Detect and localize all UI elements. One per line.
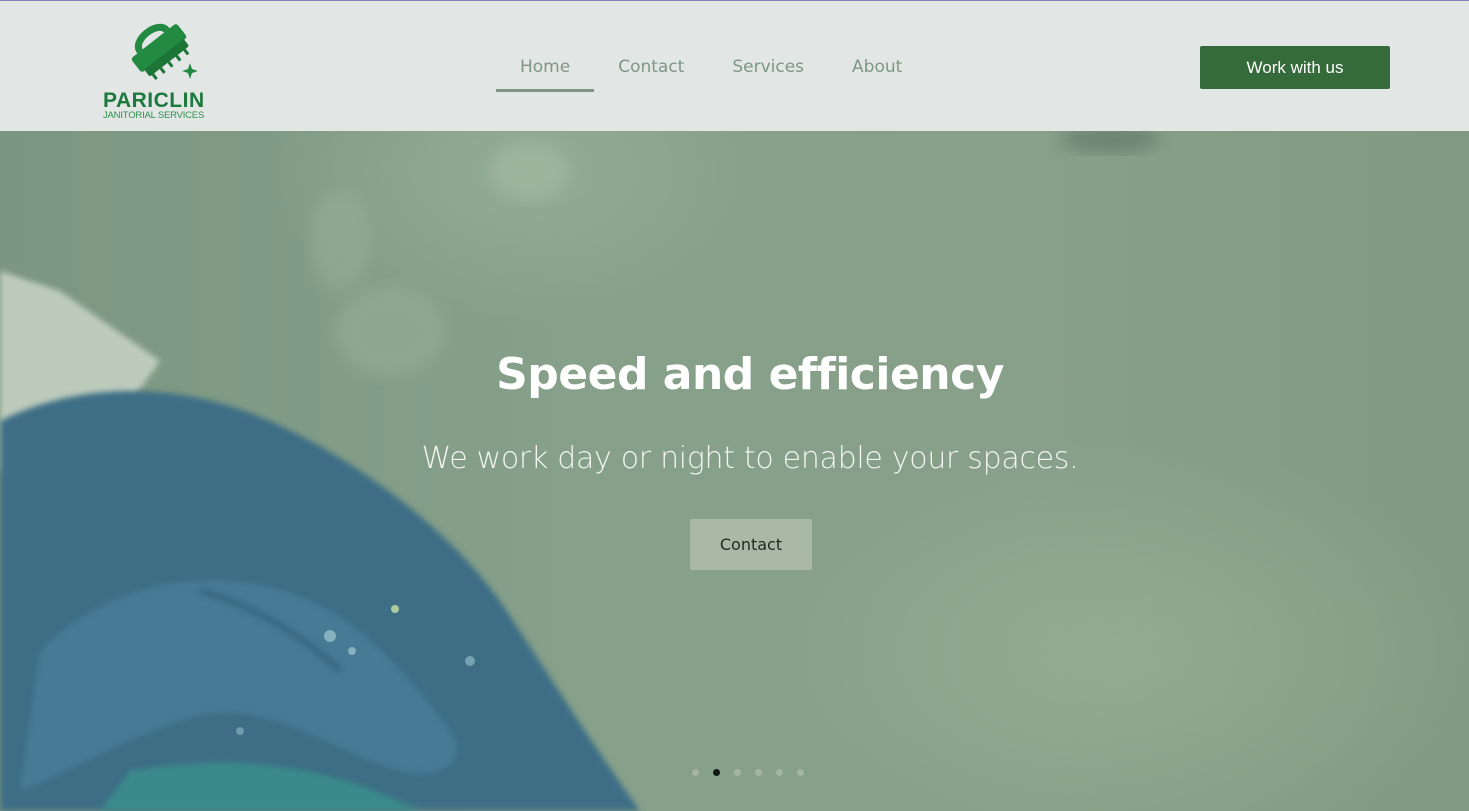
work-with-us-button[interactable]: Work with us	[1200, 46, 1390, 89]
hero-slider: Speed and efficiency We work day or nigh…	[0, 131, 1469, 811]
nav-item-contact[interactable]: Contact	[594, 46, 708, 92]
slide-dot-1[interactable]	[692, 769, 699, 776]
hero-title: Speed and efficiency	[496, 349, 1004, 400]
slider-pagination	[692, 769, 804, 776]
slide-dot-2[interactable]	[713, 769, 720, 776]
brand-logo[interactable]: PARICLIN JANITORIAL SERVICES	[100, 13, 215, 121]
slide-dot-4[interactable]	[755, 769, 762, 776]
brand-tagline: JANITORIAL SERVICES	[103, 110, 205, 121]
slide-dot-6[interactable]	[797, 769, 804, 776]
nav-item-home[interactable]: Home	[496, 46, 595, 92]
slide-dot-5[interactable]	[776, 769, 783, 776]
slide-dot-3[interactable]	[734, 769, 741, 776]
scrub-brush-icon	[131, 24, 197, 80]
site-header: PARICLIN JANITORIAL SERVICES Home Contac…	[0, 1, 1469, 131]
nav-item-services[interactable]: Services	[708, 46, 828, 92]
nav-item-about[interactable]: About	[828, 46, 926, 92]
hero-contact-button[interactable]: Contact	[690, 519, 812, 570]
main-nav: Home Contact Services About	[496, 46, 926, 96]
hero-subtitle: We work day or night to enable your spac…	[421, 441, 1079, 476]
